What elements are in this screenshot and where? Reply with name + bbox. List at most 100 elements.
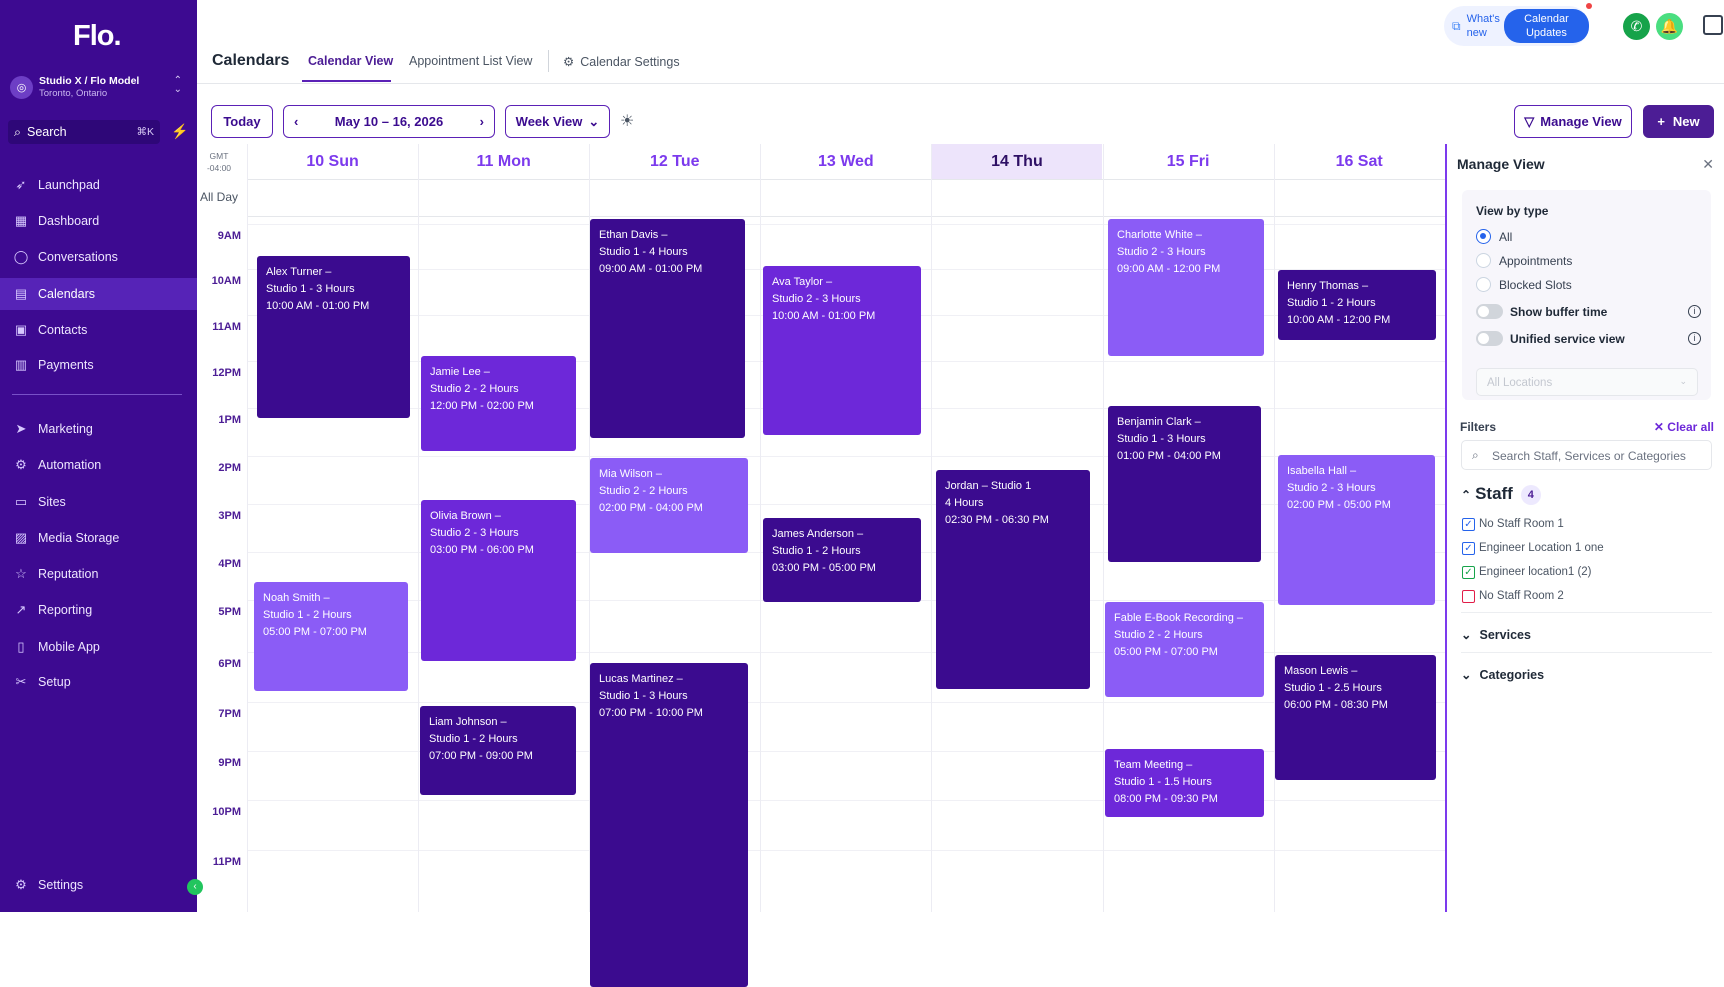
staff-label: Staff [1475,484,1513,503]
sidebar-item-sites[interactable]: ▭ Sites [0,486,197,518]
radio-appointments[interactable] [1476,253,1491,268]
tab-appointment-list-view[interactable]: Appointment List View [409,54,532,68]
bell-icon[interactable]: 🔔 [1656,13,1683,40]
bolt-icon[interactable]: ⚡ [171,123,188,140]
buffer-time-label: Show buffer time [1510,305,1608,319]
appointment-block[interactable]: Alex Turner – Studio 1 - 3 Hours 10:00 AM … [257,256,410,418]
appointment-name: Benjamin Clark – [1117,416,1201,428]
page-title: Calendars [212,52,290,69]
account-avatar-icon: ◎ [10,75,33,99]
sidebar-item-setup[interactable]: ✂ Setup [0,666,197,698]
gear-icon: ⚙ [15,877,27,892]
staff-checkbox[interactable]: ✓ [1462,518,1475,531]
appointment-block[interactable]: Jamie Lee – Studio 2 - 2 Hours 12:00 PM - … [421,356,576,451]
sidebar-item-marketing[interactable]: ➤ Marketing [0,413,197,445]
date-range-picker[interactable]: ‹ May 10 – 16, 2026 › [283,105,495,138]
categories-section-header[interactable]: ⌄ Categories [1461,667,1544,682]
sidebar-item-reputation[interactable]: ☆ Reputation [0,558,197,590]
appointment-block[interactable]: Mason Lewis – Studio 1 - 2.5 Hours 06:00 P… [1275,655,1436,780]
appointment-name: Jamie Lee – [430,366,490,378]
staff-section-header[interactable]: ⌃ Staff 4 [1461,484,1541,505]
radio-all[interactable] [1476,229,1491,244]
account-switcher[interactable]: ◎ Studio X / Flo Model Toronto, Ontario … [10,70,188,104]
sidebar-item-contacts[interactable]: ▣ Contacts [0,314,197,346]
gear-icon: ⚙ [563,55,575,69]
phone-call-icon[interactable]: ✆ [1623,13,1650,40]
hour-label: 3PM [218,510,241,522]
buffer-time-toggle[interactable] [1476,304,1503,319]
day-header[interactable]: 11 Mon [418,144,589,179]
info-icon[interactable]: i [1688,332,1701,345]
services-label: Services [1479,628,1531,642]
appointment-block[interactable]: Ethan Davis – Studio 1 - 4 Hours 09:00 AM … [590,219,745,438]
info-icon[interactable]: i [1688,305,1701,318]
services-section-header[interactable]: ⌄ Services [1461,627,1531,642]
appointment-block[interactable]: Olivia Brown – Studio 2 - 3 Hours 03:00 PM… [421,500,576,661]
sidebar-item-automation[interactable]: ⚙ Automation [0,449,197,481]
phone-icon: ▯ [17,639,25,654]
locations-select[interactable]: All Locations ⌄ [1476,368,1698,396]
tab-calendar-view[interactable]: Calendar View [308,54,393,68]
appointment-time: 12:00 PM - 02:00 PM [430,400,534,412]
sidebar-item-dashboard[interactable]: ▦ Dashboard [0,205,197,237]
day-header[interactable]: 12 Tue [589,144,760,179]
appointment-block[interactable]: Lucas Martinez – Studio 1 - 3 Hours 07:00 … [590,663,748,987]
radio-blocked-slots[interactable] [1476,277,1491,292]
manage-view-button[interactable]: ▽ Manage View [1514,105,1632,138]
close-icon[interactable]: ✕ [1702,156,1714,173]
hour-label: 11AM [212,321,241,333]
sidebar-item-settings[interactable]: ⚙ Settings [0,869,197,901]
appointment-block[interactable]: Ava Taylor – Studio 2 - 3 Hours 10:00 AM -… [763,266,921,435]
sidebar-item-payments[interactable]: ▥ Payments [0,349,197,381]
appointment-block[interactable]: Liam Johnson – Studio 1 - 2 Hours 07:00 PM… [420,706,576,795]
appointment-block[interactable]: Benjamin Clark – Studio 1 - 3 Hours 01:00 … [1108,406,1261,562]
view-select[interactable]: Week View ⌄ [505,105,610,138]
appointment-block[interactable]: Team Meeting – Studio 1 - 1.5 Hours 08:00 … [1105,749,1264,817]
sun-icon[interactable]: ☀ [620,111,634,131]
staff-checkbox[interactable] [1462,590,1475,603]
search-label: Search [27,125,67,139]
staff-checkbox[interactable]: ✓ [1462,542,1475,555]
day-header[interactable]: 14 Thu [931,144,1103,179]
appointment-block[interactable]: Isabella Hall – Studio 2 - 3 Hours 02:00 P… [1278,455,1435,605]
calendar-updates-button[interactable]: Calendar Updates [1503,9,1589,43]
sidebar-item-label: Reputation [38,567,99,581]
sidebar-item-launchpad[interactable]: ➶ Launchpad [0,169,197,201]
whats-new-pill[interactable]: ⧉ What's new Calendar Updates [1444,6,1589,46]
appointment-name: Lucas Martinez – [599,673,683,685]
appointment-block[interactable]: Fable E-Book Recording – Studio 2 - 2 Hou… [1105,602,1264,697]
appointment-block[interactable]: Mia Wilson – Studio 2 - 2 Hours 02:00 PM -… [590,458,748,553]
sidebar-item-calendars[interactable]: ▤ Calendars [0,278,197,310]
staff-checkbox[interactable]: ✓ [1462,566,1475,579]
clear-all-button[interactable]: ✕ Clear all [1654,420,1714,434]
fullscreen-icon[interactable] [1703,15,1723,35]
appointment-block[interactable]: Jordan – Studio 1 4 Hours 02:30 PM - 06:30… [936,470,1090,689]
appointment-block[interactable]: Henry Thomas – Studio 1 - 2 Hours 10:00 AM… [1278,270,1436,340]
sidebar-search[interactable]: ⌕ Search ⌘K [8,120,160,144]
close-icon: ✕ [1653,420,1668,434]
day-header[interactable]: 13 Wed [760,144,931,179]
chevron-left-icon[interactable]: ‹ [294,114,298,129]
sidebar-item-reporting[interactable]: ↗ Reporting [0,594,197,626]
sidebar-item-conversations[interactable]: ◯ Conversations [0,241,197,273]
hour-label: 2PM [218,462,241,474]
header-gridline [247,179,1445,180]
sidebar-item-mobile-app[interactable]: ▯ Mobile App [0,631,197,663]
chevron-right-icon[interactable]: › [480,114,484,129]
filter-search-input[interactable]: ⌕ Search Staff, Services or Categories [1461,440,1712,470]
sidebar-item-media-storage[interactable]: ▨ Media Storage [0,522,197,554]
appointment-block[interactable]: James Anderson – Studio 1 - 2 Hours 03:00 … [763,518,921,602]
unified-service-toggle[interactable] [1476,331,1503,346]
view-options-box: View by type All Appointments Blocked Sl… [1462,190,1711,400]
appointment-block[interactable]: Noah Smith – Studio 1 - 2 Hours 05:00 PM -… [254,582,408,691]
appointment-block[interactable]: Charlotte White – Studio 2 - 3 Hours 09:00… [1108,219,1264,356]
new-button[interactable]: + New [1643,105,1714,138]
tab-calendar-settings[interactable]: ⚙ Calendar Settings [563,54,680,69]
today-button[interactable]: Today [211,105,273,138]
appointment-name: Alex Turner – [266,266,332,278]
day-header[interactable]: 10 Sun [247,144,418,179]
day-header[interactable]: 15 Fri [1103,144,1274,179]
day-header[interactable]: 16 Sat [1274,144,1445,179]
panel-title: Manage View [1457,156,1545,172]
chevron-updown-icon: ⌃ ⌄ [173,75,182,95]
